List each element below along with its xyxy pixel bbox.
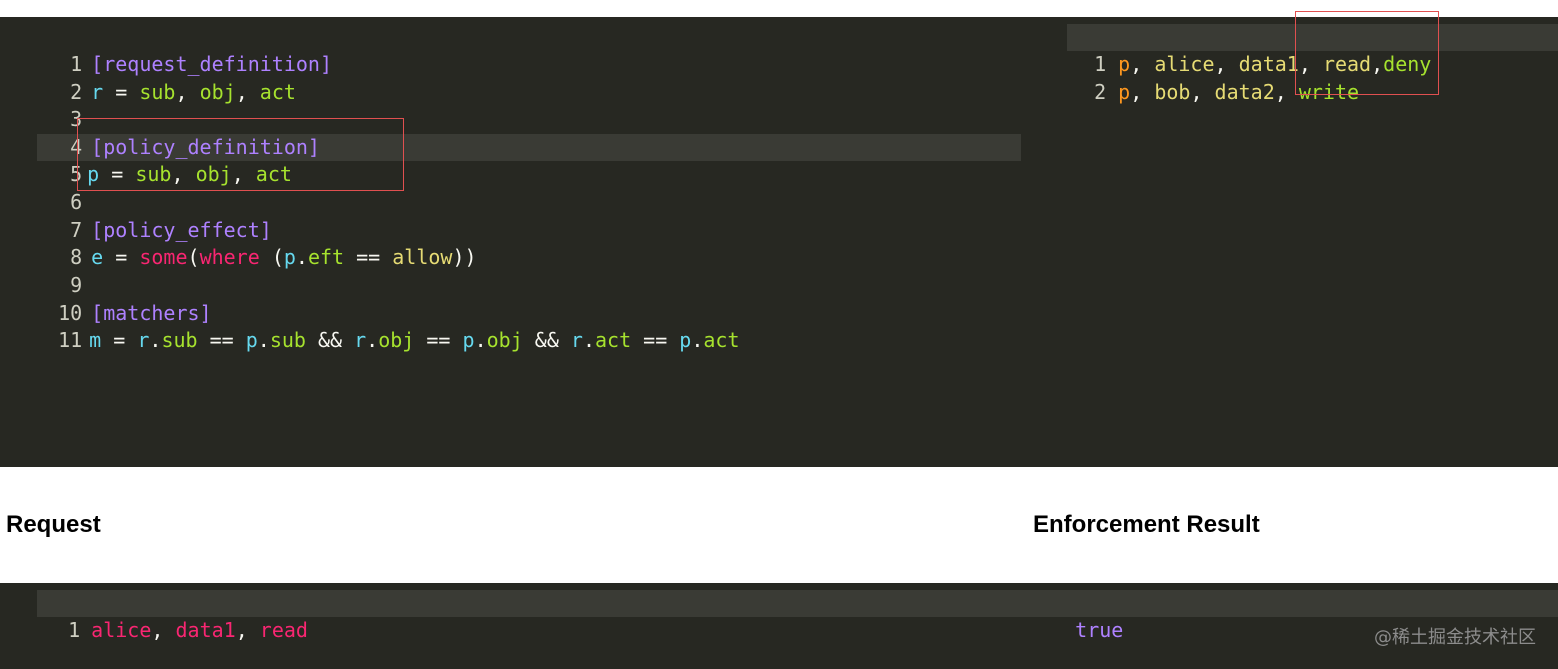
token: && <box>522 328 571 352</box>
token: = <box>103 245 140 269</box>
policy-editor[interactable]: 1 p, alice, data1, read,deny 2 p, bob, dat… <box>1030 17 1558 467</box>
token: sub <box>139 80 176 104</box>
token: == <box>197 328 246 352</box>
token: )) <box>452 245 477 269</box>
token: ( <box>187 245 200 269</box>
line-number: 11 <box>58 328 83 352</box>
token: r <box>570 328 583 352</box>
token: ( <box>259 245 284 269</box>
result-value: true <box>1075 618 1124 642</box>
model-editor[interactable]: 1 [request_definition] 2r = sub, obj, act… <box>0 17 1030 467</box>
token: sub <box>161 328 198 352</box>
token: . <box>582 328 595 352</box>
token: && <box>305 328 355 352</box>
token: , <box>151 618 176 642</box>
model-line-2[interactable]: 2r = sub, obj, act <box>0 52 296 104</box>
annotation-box-policy <box>1295 11 1439 95</box>
token: act <box>595 328 632 352</box>
line-number: 1 <box>68 618 81 642</box>
model-line-1[interactable]: 1 [request_definition] <box>0 24 332 76</box>
token: allow <box>392 245 453 269</box>
request-line-1[interactable]: 1 alice, data1, read <box>0 590 308 642</box>
token: p <box>462 328 475 352</box>
token: p <box>245 328 258 352</box>
request-editor[interactable]: 1 alice, data1, read <box>0 583 1020 669</box>
token: . <box>366 328 379 352</box>
token: e <box>91 245 104 269</box>
token: where <box>199 245 260 269</box>
token: r <box>91 80 104 104</box>
token: , <box>175 80 200 104</box>
token: . <box>257 328 270 352</box>
token: p <box>679 328 692 352</box>
model-line-10[interactable]: 10 [matchers] <box>0 273 212 325</box>
token: == <box>344 245 393 269</box>
request-title: Request <box>6 511 101 538</box>
token: data1 <box>175 618 236 642</box>
token: r <box>354 328 367 352</box>
token: . <box>295 245 308 269</box>
token: . <box>691 328 704 352</box>
token: eft <box>307 245 345 269</box>
result-line-1: true <box>1027 590 1123 642</box>
model-line-7[interactable]: 7 [policy_effect] <box>0 190 272 242</box>
token: obj <box>199 80 236 104</box>
token: , <box>235 80 260 104</box>
token: some <box>139 245 188 269</box>
token: act <box>703 328 740 352</box>
token: data2 <box>1214 80 1275 104</box>
token: p <box>1118 80 1131 104</box>
model-line-3[interactable]: 3 <box>0 79 82 131</box>
token: obj <box>486 328 523 352</box>
token: obj <box>378 328 415 352</box>
token: m <box>89 328 102 352</box>
token: . <box>149 328 162 352</box>
token: = <box>103 80 140 104</box>
token: . <box>474 328 487 352</box>
enforcement-result-title: Enforcement Result <box>1033 511 1260 538</box>
watermark: @稀土掘金技术社区 <box>1374 627 1536 648</box>
token: alice <box>91 618 152 642</box>
token: , <box>235 618 260 642</box>
token: bob <box>1154 80 1191 104</box>
token: p <box>283 245 296 269</box>
token: = <box>101 328 138 352</box>
token: == <box>414 328 463 352</box>
line-number: 2 <box>1094 80 1107 104</box>
token: sub <box>269 328 306 352</box>
model-line-8[interactable]: 8e = some(where (p.eft == allow)) <box>0 217 476 269</box>
model-line-6[interactable]: 6 <box>0 162 82 214</box>
model-line-9[interactable]: 9 <box>0 245 82 297</box>
token: r <box>137 328 150 352</box>
token: act <box>259 80 296 104</box>
model-line-11[interactable]: 11 m = r.sub == p.sub && r.obj == p.obj &… <box>0 300 739 352</box>
token: == <box>631 328 680 352</box>
annotation-box-model <box>77 118 404 191</box>
token: , <box>1130 80 1155 104</box>
token: read <box>259 618 308 642</box>
token: , <box>1190 80 1215 104</box>
